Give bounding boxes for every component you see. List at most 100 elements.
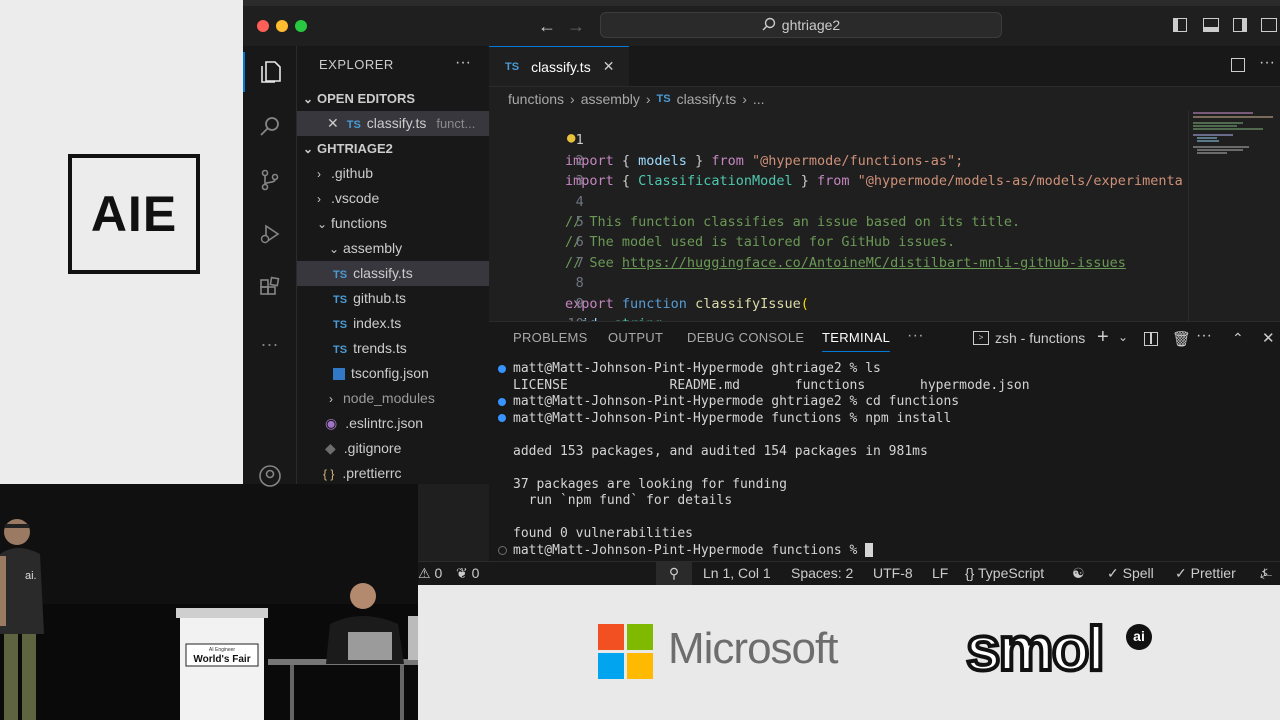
tree-folder-functions[interactable]: ⌄ functions: [297, 211, 489, 236]
toggle-sidebar-icon[interactable]: [1173, 18, 1187, 32]
notifications-bell-icon[interactable]: ⍼: [1260, 565, 1272, 582]
tree-folder-vscode[interactable]: › .vscode: [297, 186, 489, 211]
line-number: 4: [575, 193, 584, 210]
chevron-right-icon: ›: [645, 91, 651, 107]
toggle-secondary-sidebar-icon[interactable]: [1233, 18, 1247, 32]
code-link[interactable]: https://huggingface.co/AntoineMC/distilb…: [622, 255, 1126, 271]
chevron-down-icon[interactable]: ⌄: [1118, 330, 1128, 344]
breadcrumb-item[interactable]: classify.ts: [677, 91, 737, 107]
code-line-4: 4 // This function classifies an issue b…: [489, 171, 1020, 230]
line-number: 7: [575, 254, 584, 271]
git-file-icon: ◆: [325, 440, 336, 456]
breadcrumb-item[interactable]: ...: [753, 91, 765, 107]
command-pending-icon: [498, 546, 507, 555]
problems-status[interactable]: ⚠ 0: [418, 565, 442, 582]
tree-file-trends[interactable]: TS trends.ts: [297, 336, 489, 361]
split-terminal-icon[interactable]: [1144, 332, 1158, 346]
cursor-position[interactable]: Ln 1, Col 1: [703, 565, 771, 581]
breadcrumb: functions › assembly › TS classify.ts › ...: [508, 88, 765, 110]
account-icon[interactable]: [243, 456, 296, 496]
run-debug-icon[interactable]: [243, 214, 296, 254]
typescript-file-icon: TS: [333, 319, 348, 331]
smol-ai-badge: ai: [1126, 624, 1152, 650]
spell-status[interactable]: ✓ Spell: [1107, 565, 1154, 582]
open-editor-item[interactable]: ✕ TS classify.ts funct...: [297, 111, 489, 136]
breadcrumb-item[interactable]: functions: [508, 91, 564, 107]
zoom-search-icon[interactable]: ⚲: [656, 562, 692, 585]
toggle-panel-icon[interactable]: [1203, 18, 1219, 32]
minimize-window-button[interactable]: [276, 20, 288, 32]
tree-file-classify[interactable]: TS classify.ts: [297, 261, 489, 286]
forward-arrow-icon[interactable]: →: [567, 16, 585, 37]
close-panel-icon[interactable]: ✕: [1262, 329, 1275, 347]
encoding-status[interactable]: UTF-8: [873, 565, 913, 581]
tree-label: .gitignore: [343, 440, 402, 456]
extensions-icon[interactable]: [243, 268, 296, 308]
tree-file-eslintrc[interactable]: ◉ .eslintrc.json: [297, 411, 489, 436]
typescript-file-icon: TS: [656, 93, 671, 105]
tree-label: .prettierrc: [342, 465, 402, 481]
close-editor-icon[interactable]: ✕: [327, 115, 339, 131]
close-window-button[interactable]: [257, 20, 269, 32]
chevron-right-icon: ›: [742, 91, 747, 107]
prettier-status[interactable]: ✓ Prettier: [1175, 565, 1236, 582]
json-file-icon: { }: [323, 467, 335, 481]
breadcrumb-item[interactable]: assembly: [581, 91, 640, 107]
tab-problems[interactable]: PROBLEMS: [513, 330, 588, 345]
close-tab-icon[interactable]: ✕: [603, 58, 615, 75]
terminal-line: LICENSE README.md functions hypermode.js…: [513, 377, 1030, 393]
lightbulb-icon[interactable]: ●: [567, 128, 575, 148]
split-editor-icon[interactable]: [1231, 58, 1245, 72]
chevron-right-icon: ›: [570, 91, 575, 107]
open-editors-section[interactable]: ⌄ OPEN EDITORS: [297, 86, 489, 111]
tree-file-github[interactable]: TS github.ts: [297, 286, 489, 311]
tree-file-gitignore[interactable]: ◆ .gitignore: [297, 436, 489, 461]
tree-file-prettierrc[interactable]: { } .prettierrc: [297, 461, 489, 484]
explorer-files-icon[interactable]: [243, 52, 296, 92]
terminal-line: matt@Matt-Johnson-Pint-Hypermode ghtriag…: [513, 394, 960, 409]
editor-more-actions-icon[interactable]: ···: [1259, 54, 1275, 72]
prettier-label: Prettier: [1190, 565, 1236, 581]
terminal-icon: >: [973, 331, 989, 345]
new-terminal-icon[interactable]: +: [1097, 326, 1109, 349]
tree-file-index[interactable]: TS index.ts: [297, 311, 489, 336]
customize-layout-icon[interactable]: [1261, 18, 1277, 32]
stage-scene: ai. AI Engineer World's Fair: [0, 484, 418, 720]
code-area[interactable]: 1 import { models } from "@hypermode/fun…: [489, 110, 1189, 321]
code-line-1: 1 import { models } from "@hypermode/fun…: [489, 110, 963, 168]
ports-status[interactable]: ❦ 0: [456, 565, 479, 582]
chevron-down-icon: ⌄: [303, 142, 314, 156]
typescript-file-icon: TS: [333, 344, 348, 356]
copilot-icon[interactable]: ☯: [1072, 565, 1085, 582]
search-icon[interactable]: [243, 106, 296, 146]
trash-icon[interactable]: 🗑: [1172, 330, 1191, 348]
terminal-name: zsh - functions: [995, 330, 1086, 346]
svg-text:ai.: ai.: [25, 570, 37, 582]
tree-folder-node-modules[interactable]: › node_modules: [297, 386, 489, 411]
tab-debug-console[interactable]: DEBUG CONSOLE: [687, 330, 804, 345]
chevron-down-icon: ⌄: [329, 242, 340, 256]
source-control-icon[interactable]: [243, 160, 296, 200]
back-arrow-icon[interactable]: ←: [538, 16, 556, 37]
panel-more-actions-icon[interactable]: ···: [1196, 327, 1212, 345]
tab-terminal[interactable]: TERMINAL: [822, 330, 891, 352]
terminal-instance[interactable]: > zsh - functions: [973, 330, 1085, 346]
language-mode[interactable]: {} TypeScript: [965, 565, 1044, 581]
tree-file-tsconfig[interactable]: tsconfig.json: [297, 361, 489, 386]
eol-status[interactable]: LF: [932, 565, 948, 581]
tree-folder-github[interactable]: › .github: [297, 161, 489, 186]
explorer-more-actions-icon[interactable]: ···: [455, 54, 471, 72]
project-section[interactable]: ⌄ GHTRIAGE2: [297, 136, 489, 161]
maximize-panel-icon[interactable]: ⌃: [1232, 330, 1244, 347]
tree-folder-assembly[interactable]: ⌄ assembly: [297, 236, 489, 261]
chevron-down-icon: ⌄: [303, 92, 314, 106]
tab-classify[interactable]: TS classify.ts ✕: [489, 46, 629, 86]
zoom-window-button[interactable]: [295, 20, 307, 32]
terminal-output[interactable]: matt@Matt-Johnson-Pint-Hypermode ghtriag…: [489, 360, 1280, 562]
command-center-search[interactable]: ghtriage2: [600, 12, 1002, 38]
more-views-icon[interactable]: ···: [243, 324, 296, 364]
minimap[interactable]: [1189, 110, 1280, 321]
tab-output[interactable]: OUTPUT: [608, 330, 663, 345]
indentation-status[interactable]: Spaces: 2: [791, 565, 853, 581]
panel-more-tabs-icon[interactable]: ···: [907, 327, 924, 345]
